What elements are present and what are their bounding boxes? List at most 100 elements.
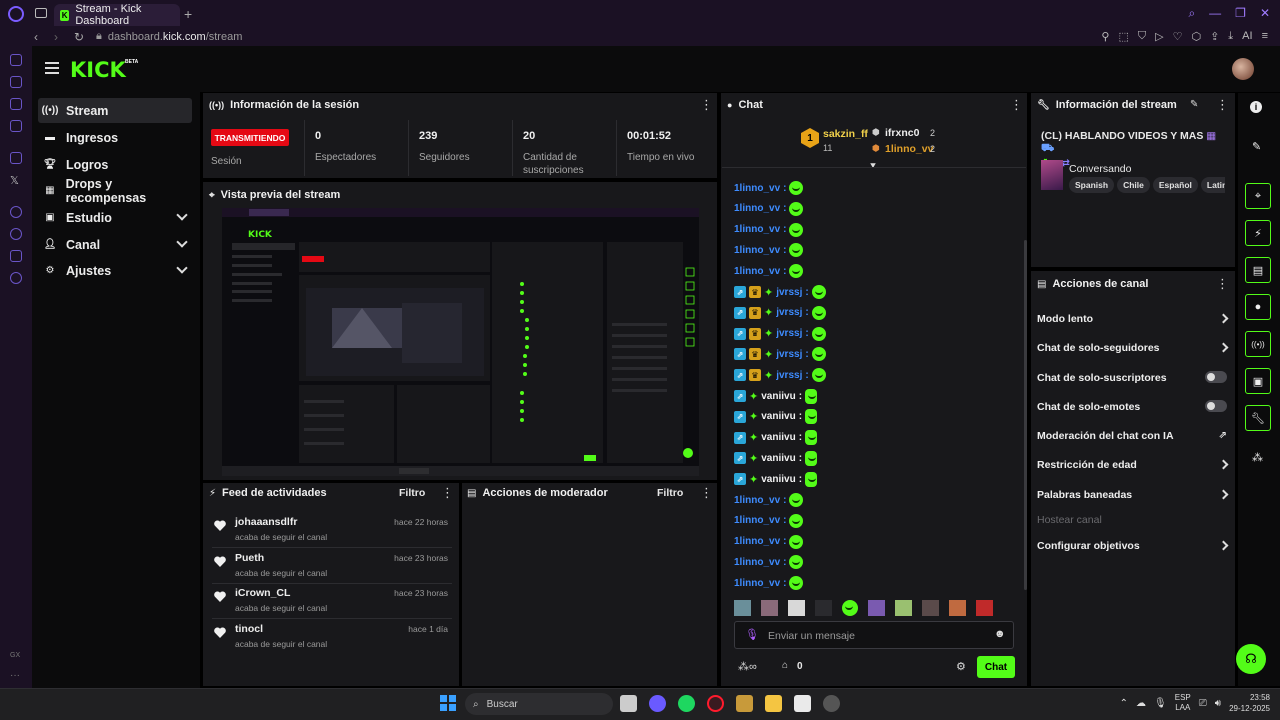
snapshot-icon[interactable]: ⬚ xyxy=(1118,30,1128,43)
obs-icon[interactable] xyxy=(823,695,840,712)
emote-button[interactable] xyxy=(788,600,805,616)
kick-logo[interactable]: KICK xyxy=(70,58,126,82)
chat-username[interactable]: jvrssj xyxy=(776,349,802,360)
tab-menu-icon[interactable] xyxy=(35,8,47,18)
sidebar-gx-icon[interactable]: GX xyxy=(10,652,20,659)
chat-username[interactable]: vaniivu xyxy=(761,411,795,422)
download-icon[interactable]: ⤓ xyxy=(1228,30,1233,43)
chat-username[interactable]: 1linno_vv xyxy=(734,578,780,589)
emote-button[interactable] xyxy=(976,600,993,616)
chat-username[interactable]: jvrssj xyxy=(776,328,802,339)
back-button[interactable]: ‹ xyxy=(34,30,38,44)
browser-menu-icon[interactable]: ≡ xyxy=(1262,30,1268,43)
send-chat-button[interactable]: Chat xyxy=(977,656,1015,678)
chat-username[interactable]: 1linno_vv xyxy=(734,557,780,568)
cloud-icon[interactable]: ☁ xyxy=(1136,698,1146,709)
preview-widget-button[interactable]: ⌖ xyxy=(1245,183,1271,209)
sidebar-history-icon[interactable] xyxy=(10,228,22,240)
chat-widget-button[interactable]: ● xyxy=(1245,294,1271,320)
heart-icon[interactable]: ♡ xyxy=(1173,30,1183,43)
emote-button[interactable] xyxy=(761,600,778,616)
action-palabras-baneadas[interactable]: Palabras baneadas xyxy=(1037,489,1229,501)
category-thumbnail[interactable] xyxy=(1041,160,1063,190)
search-tabs-icon[interactable]: ⌕ xyxy=(1188,6,1195,21)
emote-button[interactable] xyxy=(868,600,885,616)
session-menu-icon[interactable] xyxy=(700,99,704,111)
extensions-icon[interactable]: ⬡ xyxy=(1191,30,1201,43)
chat-username[interactable]: 1linno_vv xyxy=(734,495,780,506)
chat-username[interactable]: vaniivu xyxy=(761,474,795,485)
chat-username[interactable]: 1linno_vv xyxy=(734,536,780,547)
activity-widget-button[interactable]: ⚡︎ xyxy=(1245,220,1271,246)
spotify-icon[interactable] xyxy=(678,695,695,712)
store-icon[interactable] xyxy=(794,695,811,712)
chat-menu-icon[interactable] xyxy=(1010,99,1014,111)
microphone-icon[interactable]: 🎙︎ xyxy=(745,628,759,641)
chat-settings-icon[interactable]: ⚙ xyxy=(956,660,966,673)
community-icon[interactable]: ⁂∞ xyxy=(738,660,757,673)
feed-filter-button[interactable]: Filtro xyxy=(399,487,425,499)
feed-username[interactable]: johaaansdlfr xyxy=(235,516,297,528)
tag[interactable]: Español xyxy=(1152,177,1198,193)
stream-preview-video[interactable]: KICK xyxy=(222,208,699,476)
forward-button[interactable]: › xyxy=(54,30,58,44)
sidebar-app-3-icon[interactable] xyxy=(10,98,22,110)
emoji-picker-icon[interactable]: ☻ xyxy=(994,628,1006,640)
pin-icon[interactable]: ⚲ xyxy=(1101,30,1109,43)
share-icon[interactable]: ⇪ xyxy=(1210,30,1219,43)
emotes-only-toggle[interactable] xyxy=(1205,400,1227,412)
user-avatar[interactable] xyxy=(1232,58,1254,80)
chat-username[interactable]: vaniivu xyxy=(761,432,795,443)
sidebar-player-icon[interactable] xyxy=(10,206,22,218)
action-modo-lento[interactable]: Modo lento xyxy=(1037,313,1229,325)
chat-username[interactable]: 1linno_vv xyxy=(734,515,780,526)
chat-username[interactable]: vaniivu xyxy=(761,391,795,402)
chat-input[interactable]: 🎙︎ Enviar un mensaje ☻ xyxy=(734,621,1014,649)
third-chatter-name[interactable]: 1linno_vv xyxy=(885,143,933,155)
play-icon[interactable]: ▷ xyxy=(1155,30,1163,43)
feed-username[interactable]: iCrown_CL xyxy=(235,587,290,599)
sidebar-x-icon[interactable]: 𝕏 xyxy=(10,174,19,187)
language-indicator[interactable]: ESP LAA xyxy=(1175,693,1191,713)
tag[interactable]: Spanish xyxy=(1069,177,1115,193)
chat-username[interactable]: jvrssj xyxy=(776,370,802,381)
store-icon[interactable]: ⌂ xyxy=(782,660,788,671)
moderator-filter-button[interactable]: Filtro xyxy=(657,487,683,499)
sidebar-messenger-icon[interactable] xyxy=(10,120,22,132)
chevron-up-icon[interactable]: ⌃ xyxy=(1120,698,1128,709)
feed-username[interactable]: Pueth xyxy=(235,552,264,564)
minimize-button[interactable]: — xyxy=(1209,6,1221,21)
emote-button[interactable] xyxy=(922,600,939,616)
feed-menu-icon[interactable] xyxy=(441,487,445,499)
nav-item-drops[interactable]: ▦ Drops y recompensas xyxy=(38,177,192,205)
edit-pencil-icon[interactable]: ✎ xyxy=(1190,99,1198,110)
taskbar-search[interactable]: ⌕ Buscar xyxy=(465,693,613,715)
chat-username[interactable]: 1linno_vv xyxy=(734,203,780,214)
sidebar-twitch-icon[interactable] xyxy=(10,152,22,164)
file-explorer-icon[interactable] xyxy=(765,695,782,712)
stream-info-menu-icon[interactable] xyxy=(1216,99,1220,111)
chat-username[interactable]: jvrssj xyxy=(776,307,802,318)
nav-item-estudio[interactable]: ▣ Estudio xyxy=(38,205,192,230)
nav-item-stream[interactable]: ((•)) Stream xyxy=(38,98,192,123)
action-moderacion-ia[interactable]: Moderación del chat con IA ⇗ xyxy=(1037,430,1227,442)
chat-username[interactable]: jvrssj xyxy=(776,287,802,298)
chat-username[interactable]: 1linno_vv xyxy=(734,183,780,194)
sidebar-app-1-icon[interactable] xyxy=(10,54,22,66)
tools-widget-button[interactable]: 🔧︎ xyxy=(1245,405,1271,431)
tag[interactable]: Chile xyxy=(1117,177,1150,193)
category-name[interactable]: Conversando xyxy=(1069,163,1131,175)
app-icon[interactable] xyxy=(736,695,753,712)
discord-icon[interactable] xyxy=(649,695,666,712)
subscribers-only-toggle[interactable] xyxy=(1205,371,1227,383)
actions-widget-button[interactable]: ▣ xyxy=(1245,368,1271,394)
community-icon[interactable]: ⁂ xyxy=(1252,451,1263,464)
support-headset-icon[interactable]: ☊ xyxy=(1236,644,1266,674)
nav-item-canal[interactable]: 👤︎ Canal xyxy=(38,232,192,257)
second-chatter-name[interactable]: ifrxnc0 xyxy=(885,127,919,139)
nav-item-logros[interactable]: 🏆︎ Logros xyxy=(38,152,192,177)
sidebar-app-2-icon[interactable] xyxy=(10,76,22,88)
hamburger-menu-icon[interactable] xyxy=(45,62,59,74)
action-restriccion-edad[interactable]: Restricción de edad xyxy=(1037,459,1229,471)
chat-username[interactable]: 1linno_vv xyxy=(734,245,780,256)
